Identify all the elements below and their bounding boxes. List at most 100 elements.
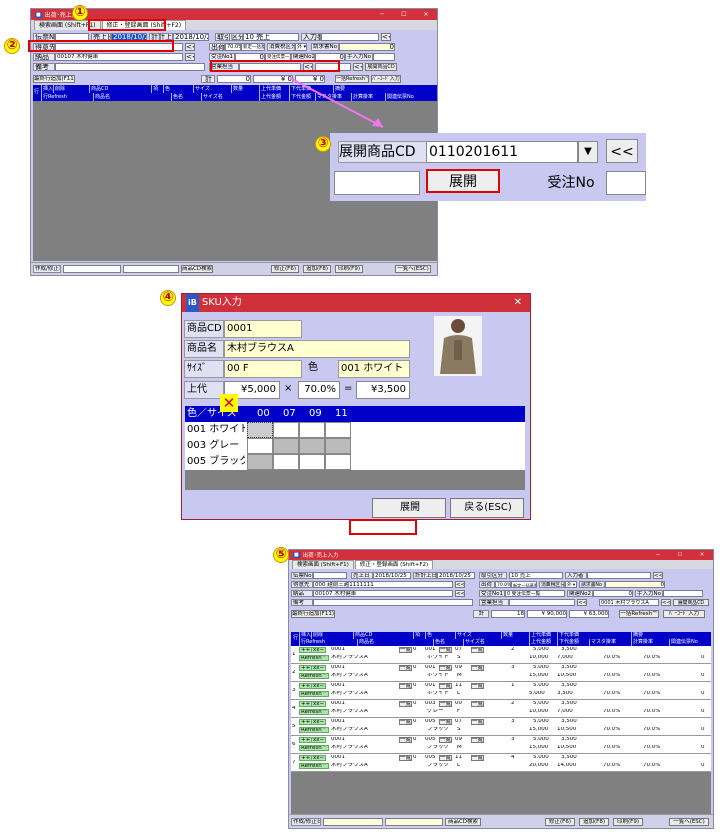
- order-no1-input[interactable]: 0 受注伝票一覧: [505, 590, 565, 597]
- sku-expand-button[interactable]: 展開: [372, 498, 446, 518]
- delete-button[interactable]: xx−: [311, 647, 327, 653]
- print-button[interactable]: 印刷(F9): [613, 818, 643, 826]
- posting-date-input[interactable]: 2018/10/25: [437, 572, 475, 579]
- expand-code-dropdown[interactable]: ▼: [578, 141, 598, 163]
- invoice-no-input[interactable]: 0: [605, 581, 665, 588]
- remarks-input[interactable]: [313, 599, 473, 606]
- qty-cell[interactable]: [273, 422, 299, 438]
- manual-no-input[interactable]: [663, 590, 703, 597]
- maximize-button[interactable]: ☐: [669, 552, 691, 558]
- qty-cell[interactable]: [273, 454, 299, 470]
- to-list-button[interactable]: 一覧へ(ESC): [669, 818, 709, 826]
- delete-button[interactable]: xx−: [311, 719, 327, 725]
- delete-button[interactable]: xx−: [311, 701, 327, 707]
- qty-cell[interactable]: [325, 422, 351, 438]
- table-row[interactable]: 1 ++↑ xx− Refresh™ 0001 木村ブラウスA 一覧 0 001 一覧 ホワイト 07…: [291, 646, 711, 664]
- qty-cell[interactable]: [247, 454, 273, 470]
- size-list-button[interactable]: 一覧: [471, 683, 485, 689]
- sales-rep-select[interactable]: [509, 599, 575, 606]
- table-row[interactable]: 5 ++↑ xx− Refresh™ 0001 木村ブラウスA 一覧 0 005 一覧 ブラック 07…: [291, 718, 711, 736]
- table-row[interactable]: 3 ++↑ xx− Refresh™ 0001 木村ブラウスA 一覧 0 001 一覧 ホワイト 11…: [291, 682, 711, 700]
- entered-by-select[interactable]: [587, 572, 651, 579]
- delivery-prev-button[interactable]: <<: [455, 590, 465, 597]
- color-list-button[interactable]: 一覧: [439, 737, 453, 743]
- row-refresh-button[interactable]: Refresh™: [299, 727, 330, 733]
- qty-cell[interactable]: [299, 422, 325, 438]
- color-list-button[interactable]: 一覧: [439, 665, 453, 671]
- table-row[interactable]: 7 ++↑ xx− Refresh™ 0001 木村ブラウスA 一覧 0 005 一覧 ブラック 11…: [291, 754, 711, 772]
- size-list-button[interactable]: 一覧: [471, 665, 485, 671]
- sales-date-input[interactable]: 2018/10/25: [373, 572, 411, 579]
- color-list-button[interactable]: 一覧: [439, 683, 453, 689]
- qty-cell[interactable]: [273, 438, 299, 454]
- sku-matrix[interactable]: 色／サイズ 00 07 09 11 001 ホワイト 003 グレー 005 ブ…: [185, 406, 525, 490]
- qty-cell[interactable]: [325, 438, 351, 454]
- table-row[interactable]: 2 ++↑ xx− Refresh™ 0001 木村ブラウスA 一覧 0 001 一覧 ホワイト 09…: [291, 664, 711, 682]
- slip-no-input[interactable]: [313, 572, 347, 579]
- total-qty: 18: [491, 610, 525, 618]
- product-list-button[interactable]: 一覧: [399, 647, 413, 653]
- related-no2-input[interactable]: 0: [593, 590, 633, 597]
- delete-button[interactable]: xx−: [311, 683, 327, 689]
- delete-button[interactable]: xx−: [311, 737, 327, 743]
- product-list-button[interactable]: 一覧: [399, 665, 413, 671]
- rate-input[interactable]: 70.0%: [495, 581, 511, 588]
- qty-cell[interactable]: [247, 422, 273, 438]
- expand-code-select[interactable]: 0001 木村ブラウスA: [599, 599, 659, 606]
- add-button[interactable]: 追加(F8): [579, 818, 609, 826]
- tax-select[interactable]: 外 ▾: [565, 581, 577, 588]
- size-list-button[interactable]: 一覧: [471, 737, 485, 743]
- product-search-button[interactable]: 商品CD検索: [445, 818, 481, 826]
- row-refresh-button[interactable]: Refresh™: [299, 745, 330, 751]
- size-list-button[interactable]: 一覧: [471, 755, 485, 761]
- delete-button[interactable]: xx−: [311, 665, 327, 671]
- table-row[interactable]: 4 ++↑ xx− Refresh™ 0001 木村ブラウスA 一覧 0 003 一覧 グレー 00 一…: [291, 700, 711, 718]
- close-icon[interactable]: ✕: [514, 294, 522, 312]
- row-refresh-button[interactable]: Refresh™: [299, 691, 330, 697]
- row-refresh-button[interactable]: Refresh™: [299, 673, 330, 679]
- table-row[interactable]: 6 ++↑ xx− Refresh™ 0001 木村ブラウスA 一覧 0 005 一覧 ブラック 09…: [291, 736, 711, 754]
- tab-edit[interactable]: 修正・登録画面 (Shift+F2): [354, 560, 434, 569]
- add-last-row-button[interactable]: 最終行追加(F11): [291, 610, 335, 618]
- color-list-button[interactable]: 一覧: [439, 755, 453, 761]
- size-list-button[interactable]: 一覧: [471, 701, 485, 707]
- product-list-button[interactable]: 一覧: [399, 683, 413, 689]
- expand-code-button[interactable]: 展開商品CD: [673, 599, 709, 606]
- product-list-button[interactable]: 一覧: [399, 755, 413, 761]
- product-list-button[interactable]: 一覧: [399, 719, 413, 725]
- qty-cell[interactable]: [299, 438, 325, 454]
- customer-prev-button[interactable]: <<: [455, 581, 465, 588]
- rate-value[interactable]: 70.0%: [298, 381, 340, 399]
- sales-rep-prev-button[interactable]: <<: [577, 599, 587, 606]
- expand-code-prev[interactable]: <<: [606, 139, 638, 163]
- row-refresh-button[interactable]: Refresh™: [299, 709, 330, 715]
- delete-button[interactable]: xx−: [311, 755, 327, 761]
- size-list-button[interactable]: 一覧: [471, 719, 485, 725]
- qty-cell[interactable]: [325, 454, 351, 470]
- tab-search[interactable]: 検索画面 (Shift+F1): [292, 560, 354, 569]
- qty-cell[interactable]: [299, 454, 325, 470]
- close-button[interactable]: ✕: [691, 552, 713, 558]
- color-list-button[interactable]: 一覧: [439, 647, 453, 653]
- color-list-button[interactable]: 一覧: [439, 701, 453, 707]
- expand-code-input[interactable]: 0110201611: [426, 141, 578, 163]
- row-refresh-button[interactable]: Refresh™: [299, 763, 330, 769]
- delivery-select[interactable]: 00107 木村健車: [313, 590, 453, 597]
- minimize-button[interactable]: ─: [647, 552, 669, 558]
- color-list-button[interactable]: 一覧: [439, 719, 453, 725]
- qty-cell[interactable]: [247, 438, 273, 454]
- barcode-input-button[interactable]: ﾊﾞｰｺｰﾄﾞ入力: [663, 610, 705, 618]
- expand-button[interactable]: 展開: [426, 169, 500, 193]
- fix-button[interactable]: 修正(F6): [545, 818, 575, 826]
- bulk-refresh-button[interactable]: 一括Refresh™: [619, 610, 659, 618]
- size-list-button[interactable]: 一覧: [471, 647, 485, 653]
- sku-back-button[interactable]: 戻る(ESC): [450, 498, 524, 518]
- product-list-button[interactable]: 一覧: [399, 737, 413, 743]
- customer-select[interactable]: 000 越前三越1111111: [313, 581, 453, 588]
- row-refresh-button[interactable]: Refresh™: [299, 655, 330, 661]
- expand-code-prev-button[interactable]: <<: [661, 599, 671, 606]
- transaction-type-select[interactable]: 10 売上: [509, 572, 563, 579]
- order-no-input[interactable]: [606, 171, 646, 195]
- entered-by-prev-button[interactable]: <<: [653, 572, 663, 579]
- product-list-button[interactable]: 一覧: [399, 701, 413, 707]
